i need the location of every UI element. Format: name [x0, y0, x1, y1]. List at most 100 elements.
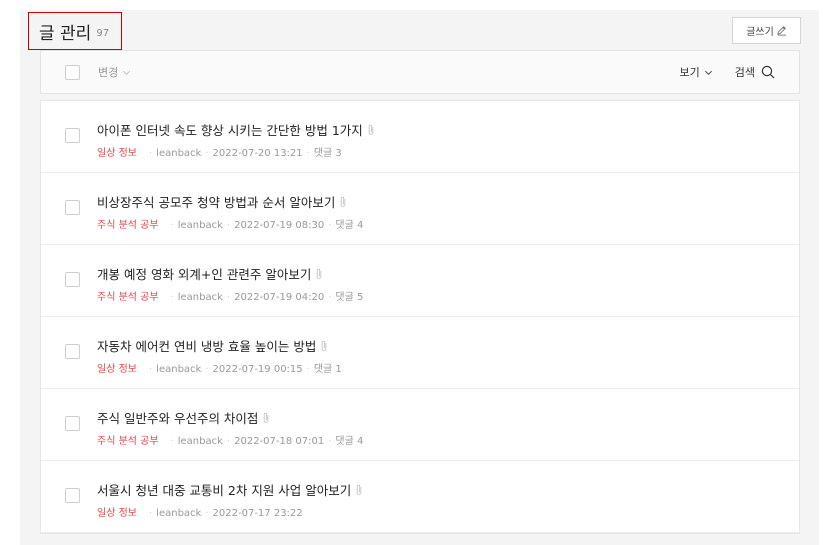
- meta-separator: ·: [306, 364, 310, 375]
- meta-separator: ·: [205, 148, 209, 159]
- post-author: leanback: [156, 508, 202, 519]
- post-category[interactable]: 주식 분석 공부: [97, 436, 159, 447]
- post-title-line: 주식 일반주와 우선주의 차이점: [97, 408, 779, 427]
- meta-separator: ·: [226, 292, 231, 303]
- post-meta: 주식 분석 공부 · leanback · 2022-07-19 04:20 · 댓글 5: [97, 288, 779, 303]
- post-body: 자동차 에어컨 연비 냉방 효율 높이는 방법 일상 정보 · leanback · 2…: [97, 336, 779, 375]
- post-comments[interactable]: 댓글 4: [335, 220, 363, 231]
- post-title-line: 개봉 예정 영화 외계+인 관련주 알아보기: [97, 264, 779, 283]
- change-dropdown[interactable]: 변경: [98, 64, 131, 80]
- post-count: 97: [96, 27, 110, 39]
- paperclip-icon: [357, 484, 362, 495]
- meta-separator: ·: [328, 292, 332, 303]
- meta-separator: ·: [170, 220, 174, 231]
- meta-separator: ·: [328, 220, 332, 231]
- post-author: leanback: [177, 220, 223, 231]
- title-highlight-box: 글 관리 97: [28, 12, 122, 50]
- post-body: 비상장주식 공모주 청약 방법과 순서 알아보기 주식 분석 공부 · leanba…: [97, 192, 779, 231]
- post-date: 2022-07-17 23:22: [212, 508, 303, 519]
- meta-separator: ·: [205, 364, 209, 375]
- post-comments[interactable]: 댓글 1: [314, 364, 342, 375]
- post-title-link[interactable]: 아이폰 인터넷 속도 향상 시키는 간단한 방법 1가지: [97, 120, 363, 139]
- chevron-down-icon: [704, 70, 712, 75]
- paperclip-icon: [368, 124, 374, 135]
- post-author: leanback: [156, 148, 202, 159]
- post-title-link[interactable]: 개봉 예정 영화 외계+인 관련주 알아보기: [97, 264, 311, 283]
- meta-separator: ·: [328, 436, 332, 447]
- post-checkbox[interactable]: [65, 200, 80, 215]
- post-date: 2022-07-19 08:30: [234, 220, 325, 231]
- post-title-link[interactable]: 비상장주식 공모주 청약 방법과 순서 알아보기: [97, 192, 335, 211]
- post-category[interactable]: 일상 정보: [97, 148, 137, 159]
- view-dropdown[interactable]: 보기: [680, 64, 713, 80]
- post-category[interactable]: 주식 분석 공부: [97, 220, 159, 231]
- post-checkbox[interactable]: [65, 416, 80, 431]
- post-management-panel: 글 관리 97 글쓰기 변경 보기 검색 아이폰 인터넷 속도 향상 시키는 간…: [20, 10, 819, 545]
- post-title-link[interactable]: 주식 일반주와 우선주의 차이점: [97, 408, 258, 427]
- post-row: 자동차 에어컨 연비 냉방 효율 높이는 방법 일상 정보 · leanback · 2…: [41, 317, 799, 389]
- paperclip-icon: [341, 196, 346, 207]
- post-title-link[interactable]: 자동차 에어컨 연비 냉방 효율 높이는 방법: [97, 336, 316, 355]
- change-label: 변경: [98, 66, 119, 79]
- post-comments[interactable]: 댓글 4: [335, 436, 363, 447]
- pencil-icon: [777, 26, 786, 36]
- post-author: leanback: [177, 292, 223, 303]
- meta-separator: ·: [306, 148, 310, 159]
- post-meta: 일상 정보 · leanback · 2022-07-17 23:22: [97, 504, 779, 519]
- chevron-down-icon: [123, 70, 131, 75]
- post-title-link[interactable]: 서울시 청년 대중 교통비 2차 지원 사업 알아보기: [97, 480, 351, 499]
- post-row: 비상장주식 공모주 청약 방법과 순서 알아보기 주식 분석 공부 · leanba…: [41, 173, 799, 245]
- header: 글 관리 97 글쓰기: [20, 10, 819, 50]
- post-title-line: 자동차 에어컨 연비 냉방 효율 높이는 방법: [97, 336, 779, 355]
- meta-separator: ·: [226, 220, 231, 231]
- post-checkbox[interactable]: [65, 488, 80, 503]
- post-list: 아이폰 인터넷 속도 향상 시키는 간단한 방법 1가지 일상 정보 · leanb…: [40, 100, 800, 534]
- meta-separator: ·: [148, 148, 153, 159]
- write-post-button[interactable]: 글쓰기: [732, 17, 801, 44]
- meta-separator: ·: [226, 436, 231, 447]
- write-button-label: 글쓰기: [746, 27, 774, 38]
- search-button[interactable]: 검색: [735, 64, 775, 80]
- meta-separator: ·: [148, 364, 153, 375]
- post-row: 아이폰 인터넷 속도 향상 시키는 간단한 방법 1가지 일상 정보 · leanb…: [41, 101, 799, 173]
- paperclip-icon: [264, 412, 269, 423]
- post-body: 주식 일반주와 우선주의 차이점 주식 분석 공부 · leanback · 2022-…: [97, 408, 779, 447]
- page-title: 글 관리: [39, 23, 92, 44]
- post-row: 서울시 청년 대중 교통비 2차 지원 사업 알아보기 일상 정보 · leanba…: [41, 461, 799, 533]
- paperclip-icon: [322, 340, 327, 351]
- post-comments[interactable]: 댓글 5: [335, 292, 363, 303]
- post-checkbox[interactable]: [65, 344, 80, 359]
- post-body: 개봉 예정 영화 외계+인 관련주 알아보기 주식 분석 공부 · leanback…: [97, 264, 779, 303]
- search-icon: [761, 65, 775, 79]
- post-meta: 주식 분석 공부 · leanback · 2022-07-18 07:01 · 댓글 4: [97, 432, 779, 447]
- post-category[interactable]: 일상 정보: [97, 364, 137, 375]
- post-category[interactable]: 일상 정보: [97, 508, 137, 519]
- post-row: 주식 일반주와 우선주의 차이점 주식 분석 공부 · leanback · 2022-…: [41, 389, 799, 461]
- post-body: 아이폰 인터넷 속도 향상 시키는 간단한 방법 1가지 일상 정보 · leanb…: [97, 120, 779, 159]
- post-category[interactable]: 주식 분석 공부: [97, 292, 159, 303]
- post-meta: 일상 정보 · leanback · 2022-07-19 00:15 · 댓글 1: [97, 360, 779, 375]
- post-date: 2022-07-19 04:20: [234, 292, 325, 303]
- post-meta: 일상 정보 · leanback · 2022-07-20 13:21 · 댓글 3: [97, 144, 779, 159]
- toolbar-right: 보기 검색: [680, 64, 776, 80]
- view-label: 보기: [679, 66, 700, 79]
- select-all-checkbox[interactable]: [65, 64, 80, 80]
- post-author: leanback: [177, 436, 223, 447]
- post-author: leanback: [156, 364, 202, 375]
- post-date: 2022-07-18 07:01: [234, 436, 325, 447]
- meta-separator: ·: [170, 436, 174, 447]
- post-body: 서울시 청년 대중 교통비 2차 지원 사업 알아보기 일상 정보 · leanba…: [97, 480, 779, 519]
- post-date: 2022-07-20 13:21: [212, 148, 303, 159]
- post-comments[interactable]: 댓글 3: [314, 148, 342, 159]
- meta-separator: ·: [148, 508, 153, 519]
- post-title-line: 비상장주식 공모주 청약 방법과 순서 알아보기: [97, 192, 779, 211]
- post-checkbox[interactable]: [65, 272, 80, 287]
- meta-separator: ·: [170, 292, 174, 303]
- post-checkbox[interactable]: [65, 128, 80, 143]
- post-meta: 주식 분석 공부 · leanback · 2022-07-19 08:30 · 댓글 4: [97, 216, 779, 231]
- post-row: 개봉 예정 영화 외계+인 관련주 알아보기 주식 분석 공부 · leanback…: [41, 245, 799, 317]
- meta-separator: ·: [205, 508, 209, 519]
- list-toolbar: 변경 보기 검색: [40, 50, 800, 94]
- search-label: 검색: [734, 66, 755, 79]
- post-title-line: 서울시 청년 대중 교통비 2차 지원 사업 알아보기: [97, 480, 779, 499]
